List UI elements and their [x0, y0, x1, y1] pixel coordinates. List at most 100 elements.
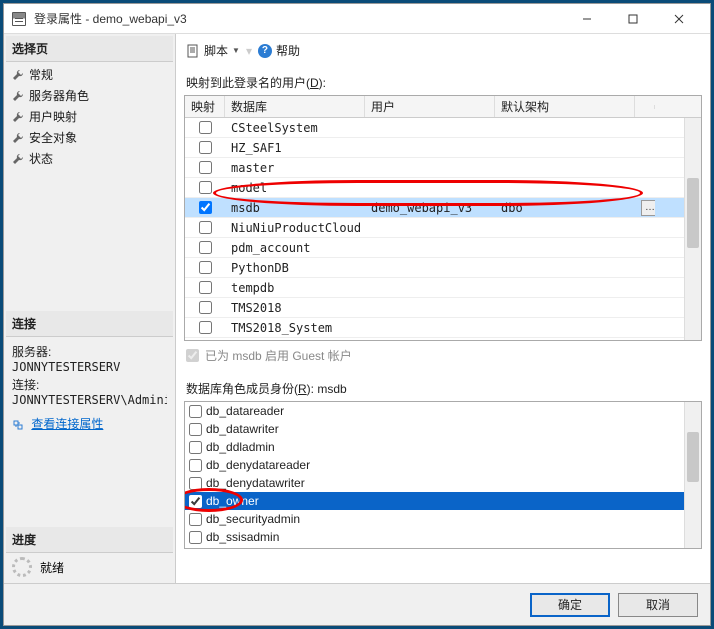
cell-db: model — [225, 181, 365, 195]
map-checkbox[interactable] — [199, 241, 212, 254]
scrollbar-thumb[interactable] — [687, 432, 699, 482]
sidebar-item-label: 安全对象 — [29, 129, 77, 146]
role-checkbox[interactable] — [189, 495, 202, 508]
cell-db: HZ_SAF1 — [225, 141, 365, 155]
help-icon: ? — [258, 44, 272, 58]
list-item[interactable]: db_securityadmin — [185, 510, 701, 528]
roles-listbox[interactable]: db_datareader db_datawriter db_ddladmin db_… — [184, 401, 702, 549]
guest-label: 已为 msdb 启用 Guest 帐户 — [205, 347, 352, 364]
vertical-scrollbar[interactable] — [684, 402, 701, 548]
titlebar[interactable]: 登录属性 - demo_webapi_v3 — [4, 4, 710, 34]
list-item[interactable]: db_denydatawriter — [185, 474, 701, 492]
map-checkbox[interactable] — [199, 321, 212, 334]
list-item[interactable]: db_ddladmin — [185, 438, 701, 456]
role-checkbox[interactable] — [189, 531, 202, 544]
maximize-button[interactable] — [610, 4, 656, 34]
role-name: db_datawriter — [206, 422, 279, 436]
dialog-footer: 确定 取消 — [4, 583, 710, 625]
map-checkbox[interactable] — [199, 261, 212, 274]
cell-db: TMS2018 — [225, 301, 365, 315]
role-checkbox[interactable] — [189, 477, 202, 490]
cancel-button[interactable]: 取消 — [618, 593, 698, 617]
list-item[interactable]: db_owner — [185, 492, 701, 510]
view-connection-props-link[interactable]: 查看连接属性 — [31, 417, 103, 431]
close-button[interactable] — [656, 4, 702, 34]
map-checkbox[interactable] — [199, 141, 212, 154]
server-label: 服务器: — [12, 343, 167, 360]
wrench-icon — [12, 132, 24, 144]
map-checkbox[interactable] — [199, 301, 212, 314]
role-name: db_ddladmin — [206, 440, 275, 454]
conn-value: JONNYTESTERSERV\Administrat — [12, 393, 167, 407]
cell-db: NiuNiuProductCloud — [225, 221, 365, 235]
table-row[interactable]: tempdb — [185, 278, 701, 298]
table-row[interactable]: model — [185, 178, 701, 198]
map-checkbox[interactable] — [199, 181, 212, 194]
col-user[interactable]: 用户 — [365, 96, 495, 117]
sidebar-item-4[interactable]: 状态 — [6, 148, 173, 169]
cell-db: PythonDB — [225, 261, 365, 275]
map-checkbox[interactable] — [199, 201, 212, 214]
wrench-icon — [12, 153, 24, 165]
ok-button[interactable]: 确定 — [530, 593, 610, 617]
help-button[interactable]: ? 帮助 — [258, 42, 300, 59]
mapping-label: 映射到此登录名的用户(D): — [186, 74, 702, 91]
role-checkbox[interactable] — [189, 459, 202, 472]
role-name: db_ssisadmin — [206, 530, 279, 544]
cell-db: msdb — [225, 201, 365, 215]
role-name: db_denydatawriter — [206, 476, 305, 490]
server-value: JONNYTESTERSERV — [12, 360, 167, 374]
list-item[interactable]: db_denydatareader — [185, 456, 701, 474]
sidebar: 选择页 常规服务器角色用户映射安全对象状态 连接 服务器: JONNYTESTE… — [4, 34, 176, 583]
guest-enabled-row: 已为 msdb 启用 Guest 帐户 — [184, 341, 702, 370]
sidebar-item-1[interactable]: 服务器角色 — [6, 85, 173, 106]
map-checkbox[interactable] — [199, 161, 212, 174]
role-checkbox[interactable] — [189, 405, 202, 418]
table-row[interactable]: msdbdemo_webapi_v3dbo… — [185, 198, 701, 218]
role-checkbox[interactable] — [189, 513, 202, 526]
role-checkbox[interactable] — [189, 423, 202, 436]
cell-schema: dbo — [495, 201, 635, 215]
cell-db: tempdb — [225, 281, 365, 295]
table-row[interactable]: NiuNiuProductCloud — [185, 218, 701, 238]
col-db[interactable]: 数据库 — [225, 96, 365, 117]
table-row[interactable]: PythonDB — [185, 258, 701, 278]
minimize-button[interactable] — [564, 4, 610, 34]
login-properties-window: 登录属性 - demo_webapi_v3 选择页 常规服务器角色用户映射安全对… — [3, 3, 711, 626]
cell-db: CSteelSystem — [225, 121, 365, 135]
table-row[interactable]: TMS2018 — [185, 298, 701, 318]
conn-label: 连接: — [12, 376, 167, 393]
user-mapping-grid[interactable]: 映射 数据库 用户 默认架构 CSteelSystem HZ_SAF1master… — [184, 95, 702, 341]
list-item[interactable]: db_datareader — [185, 402, 701, 420]
col-map[interactable]: 映射 — [185, 96, 225, 117]
table-row[interactable]: CSteelSystem — [185, 118, 701, 138]
map-checkbox[interactable] — [199, 281, 212, 294]
sidebar-item-label: 用户映射 — [29, 108, 77, 125]
script-button[interactable]: 脚本 ▼ — [186, 42, 240, 59]
select-page-header: 选择页 — [6, 36, 173, 62]
sidebar-item-label: 状态 — [29, 150, 53, 167]
vertical-scrollbar[interactable] — [684, 118, 701, 340]
chevron-down-icon: ▼ — [232, 46, 240, 55]
role-checkbox[interactable] — [189, 441, 202, 454]
list-item[interactable]: db_datawriter — [185, 420, 701, 438]
table-row[interactable]: HZ_SAF1 — [185, 138, 701, 158]
window-title: 登录属性 - demo_webapi_v3 — [34, 10, 564, 27]
role-checkbox[interactable] — [189, 549, 202, 550]
scrollbar-thumb[interactable] — [687, 178, 699, 248]
table-row[interactable]: master — [185, 158, 701, 178]
table-row[interactable]: TMS2018_System — [185, 318, 701, 338]
map-checkbox[interactable] — [199, 121, 212, 134]
sidebar-item-0[interactable]: 常规 — [6, 64, 173, 85]
table-row[interactable]: pdm_account — [185, 238, 701, 258]
list-item[interactable]: db_ssisltduser — [185, 546, 701, 549]
wrench-icon — [12, 69, 24, 81]
col-schema[interactable]: 默认架构 — [495, 96, 635, 117]
sidebar-item-label: 常规 — [29, 66, 53, 83]
sidebar-item-3[interactable]: 安全对象 — [6, 127, 173, 148]
list-item[interactable]: db_ssisadmin — [185, 528, 701, 546]
sidebar-item-2[interactable]: 用户映射 — [6, 106, 173, 127]
browse-schema-button[interactable]: … — [641, 200, 655, 216]
cell-db: TMS2018_System — [225, 321, 365, 335]
map-checkbox[interactable] — [199, 221, 212, 234]
